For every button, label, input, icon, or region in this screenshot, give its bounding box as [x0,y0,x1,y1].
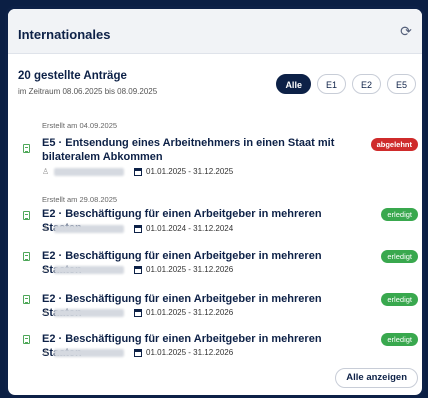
redacted-name [54,308,124,317]
document-icon [23,144,30,153]
show-all-button[interactable]: Alle anzeigen [335,368,418,388]
period-text: 01.01.2025 - 31.12.2026 [146,348,234,357]
request-meta: ♙ 01.01.2025 - 31.12.2026 [42,348,233,357]
calendar-icon [134,167,142,176]
request-meta: ♙ 01.01.2025 - 31.12.2025 [42,167,233,176]
redacted-name [54,224,124,233]
status-badge: erledigt [381,333,418,346]
status-badge: erledigt [381,208,418,221]
redacted-name [54,265,124,274]
refresh-icon[interactable]: ⟳ [398,23,414,39]
person-icon: ♙ [42,224,50,233]
filter-chip-alle[interactable]: Alle [276,74,311,94]
status-badge: erledigt [381,250,418,263]
document-icon [23,295,30,304]
card-title: Internationales [18,27,111,42]
redacted-name [54,348,124,357]
request-meta: ♙ 01.01.2025 - 31.12.2026 [42,308,233,317]
calendar-icon [134,224,142,233]
period-text: 01.01.2025 - 31.12.2026 [146,265,234,274]
period-text: 01.01.2025 - 31.12.2025 [146,167,234,176]
calendar-icon [134,265,142,274]
person-icon: ♙ [42,348,50,357]
document-icon [23,252,30,261]
date-range: im Zeitraum 08.06.2025 bis 08.09.2025 [18,87,158,96]
status-badge: erledigt [381,293,418,306]
card-header: Internationales ⟳ [8,9,422,54]
calendar-icon [134,348,142,357]
filter-chip-e2[interactable]: E2 [351,74,381,94]
internationales-card: Internationales ⟳ 20 gestellte Anträge i… [5,6,425,398]
filter-chip-e5[interactable]: E5 [386,74,416,94]
created-date: Erstellt am 29.08.2025 [42,195,118,204]
document-icon [23,335,30,344]
request-title[interactable]: E5 · Entsendung eines Arbeitnehmers in e… [42,136,362,164]
calendar-icon [134,308,142,317]
status-badge: abgelehnt [370,138,418,151]
request-meta: ♙ 01.01.2024 - 31.12.2024 [42,224,233,233]
document-icon [23,211,30,220]
period-text: 01.01.2025 - 31.12.2026 [146,308,234,317]
filter-chip-e1[interactable]: E1 [316,74,346,94]
person-icon: ♙ [42,265,50,274]
redacted-name [54,167,124,176]
created-date: Erstellt am 04.09.2025 [42,121,118,130]
person-icon: ♙ [42,167,50,176]
person-icon: ♙ [42,308,50,317]
request-meta: ♙ 01.01.2025 - 31.12.2026 [42,265,233,274]
request-count: 20 gestellte Anträge [18,70,127,82]
period-text: 01.01.2024 - 31.12.2024 [146,224,234,233]
filter-chips: Alle E1 E2 E5 [276,74,416,94]
